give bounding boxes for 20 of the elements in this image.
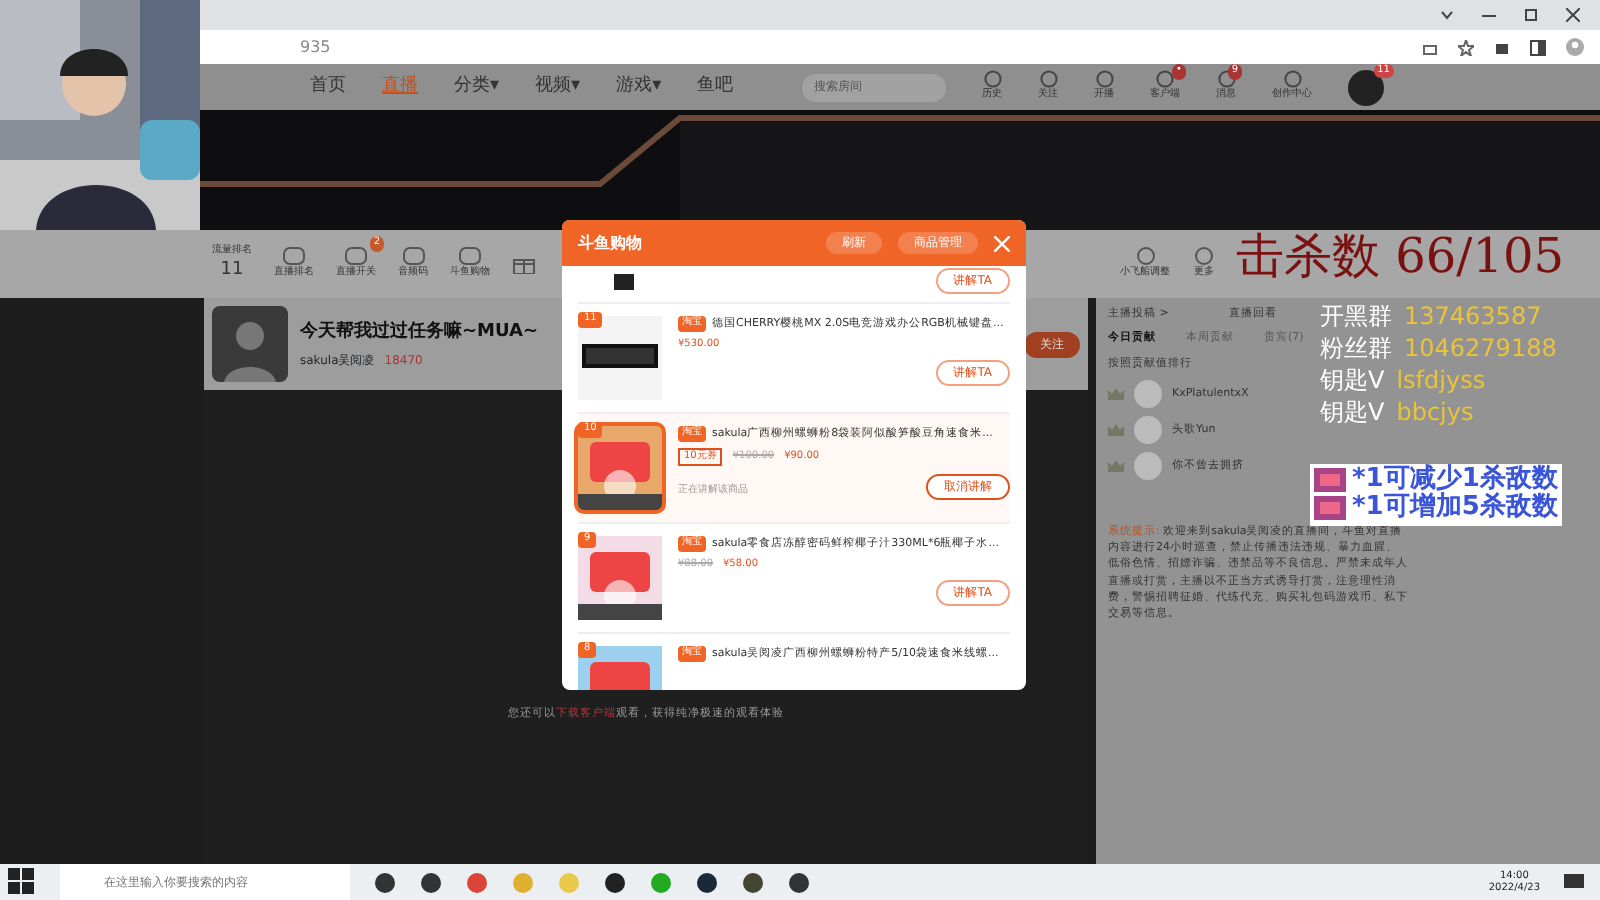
info-label: 钥匙V	[1320, 400, 1385, 424]
rule-text: *1可减少1杀敌数	[1352, 466, 1558, 494]
info-label: 钥匙V	[1320, 368, 1385, 392]
nav-link-item[interactable]: 鱼吧	[697, 73, 734, 101]
info-value: lsfdjyss	[1396, 368, 1486, 392]
kill-count: 击杀数 66/105	[1236, 232, 1565, 280]
rank-number: 11	[220, 258, 244, 284]
info-label: 粉丝群	[1320, 336, 1392, 360]
stream-title: 今天帮我过过任务嘛~MUA~	[300, 319, 539, 345]
info-value: 137463587	[1404, 304, 1542, 328]
dialog-title: 斗鱼购物	[578, 231, 642, 255]
nav-link-item[interactable]: 首页	[310, 73, 346, 101]
nav-link-item[interactable]: 游戏▾	[616, 73, 662, 101]
info-value: bbcjys	[1396, 400, 1474, 424]
nav-link-item[interactable]: 分类▾	[454, 73, 500, 101]
rule-text: *1可增加5杀敌数	[1352, 494, 1558, 524]
info-label: 开黑群	[1320, 304, 1392, 328]
nav-link-item[interactable]: 视频▾	[535, 73, 581, 101]
info-value: 1046279188	[1404, 336, 1557, 360]
address-url[interactable]: 935	[300, 35, 331, 59]
